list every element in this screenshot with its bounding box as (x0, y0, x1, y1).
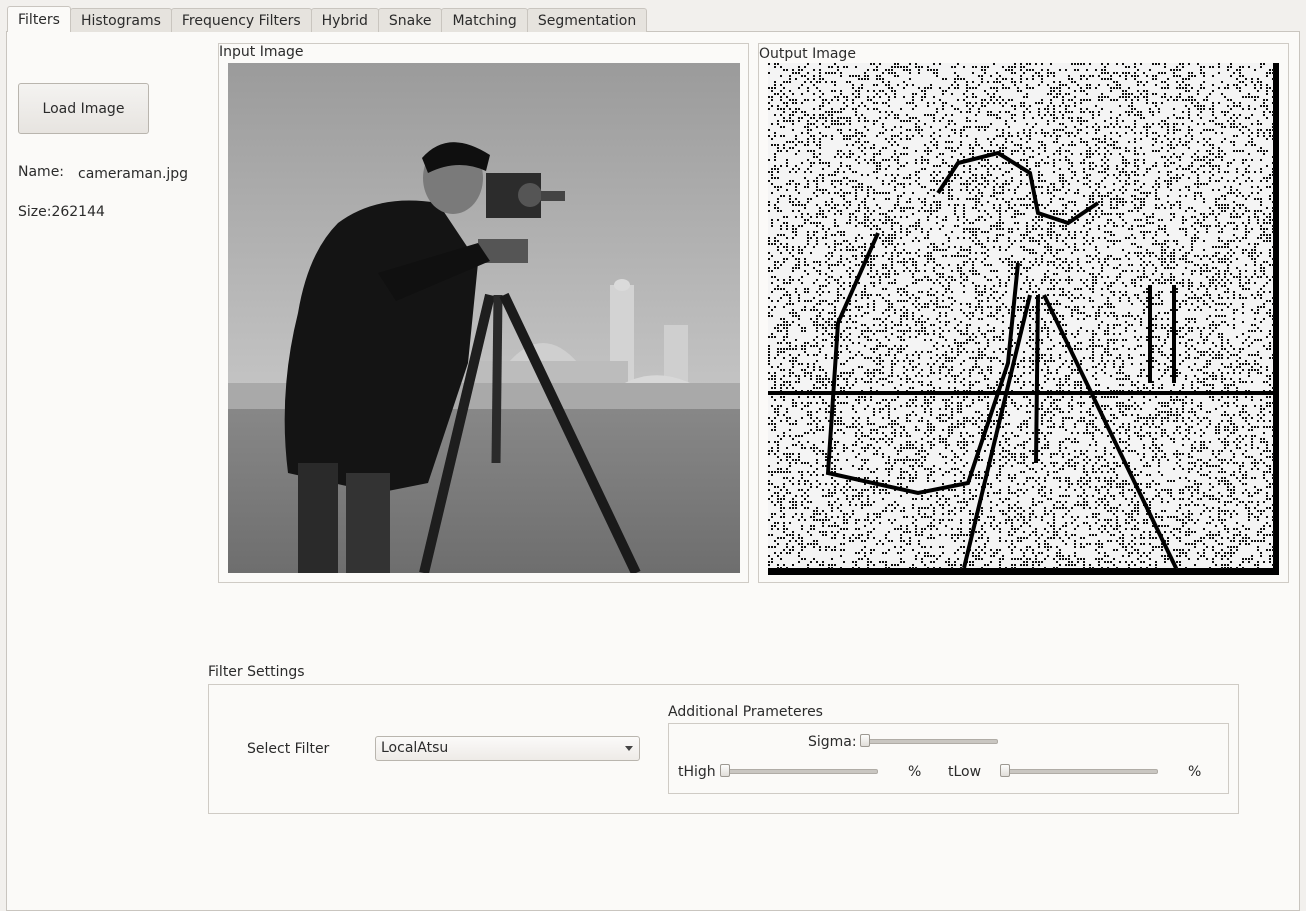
sigma-slider-track (860, 739, 998, 744)
select-filter-label: Select Filter (247, 741, 330, 757)
chevron-down-icon (625, 746, 633, 751)
tlow-unit: % (1188, 764, 1202, 780)
thigh-slider-handle[interactable] (720, 764, 730, 777)
tlow-label: tLow (948, 764, 982, 780)
tab-hybrid[interactable]: Hybrid (310, 8, 379, 32)
output-image (768, 63, 1279, 575)
tlow-slider[interactable] (1000, 764, 1158, 777)
input-image (228, 63, 740, 573)
tab-matching[interactable]: Matching (441, 8, 528, 32)
filter-select[interactable]: LocalAtsu (375, 736, 640, 761)
image-size-text: Size:262144 (18, 204, 105, 220)
load-image-button[interactable]: Load Image (18, 83, 149, 134)
tab-bar: Filters Histograms Frequency Filters Hyb… (7, 6, 648, 32)
additional-parameters-title: Additional Prameteres (668, 704, 823, 720)
tlow-slider-track (1000, 769, 1158, 774)
tab-segmentation[interactable]: Segmentation (526, 8, 648, 32)
sigma-slider[interactable] (860, 734, 998, 747)
thigh-slider-track (720, 769, 878, 774)
sigma-slider-handle[interactable] (860, 734, 870, 747)
file-name-value: cameraman.jpg (78, 166, 189, 182)
filter-select-value: LocalAtsu (381, 740, 449, 756)
sigma-label: Sigma: (808, 734, 857, 750)
output-image-title: Output Image (759, 46, 856, 62)
tab-histograms[interactable]: Histograms (69, 8, 172, 32)
tab-filters[interactable]: Filters (7, 6, 71, 32)
tab-frequency-filters[interactable]: Frequency Filters (170, 8, 312, 32)
input-image-title: Input Image (219, 44, 304, 60)
additional-parameters-group (668, 723, 1229, 794)
thigh-unit: % (908, 764, 922, 780)
thigh-label: tHigh (678, 764, 716, 780)
tab-snake[interactable]: Snake (377, 8, 443, 32)
name-label: Name: (18, 164, 65, 180)
thigh-slider[interactable] (720, 764, 878, 777)
filter-settings-title: Filter Settings (208, 664, 305, 680)
tlow-slider-handle[interactable] (1000, 764, 1010, 777)
